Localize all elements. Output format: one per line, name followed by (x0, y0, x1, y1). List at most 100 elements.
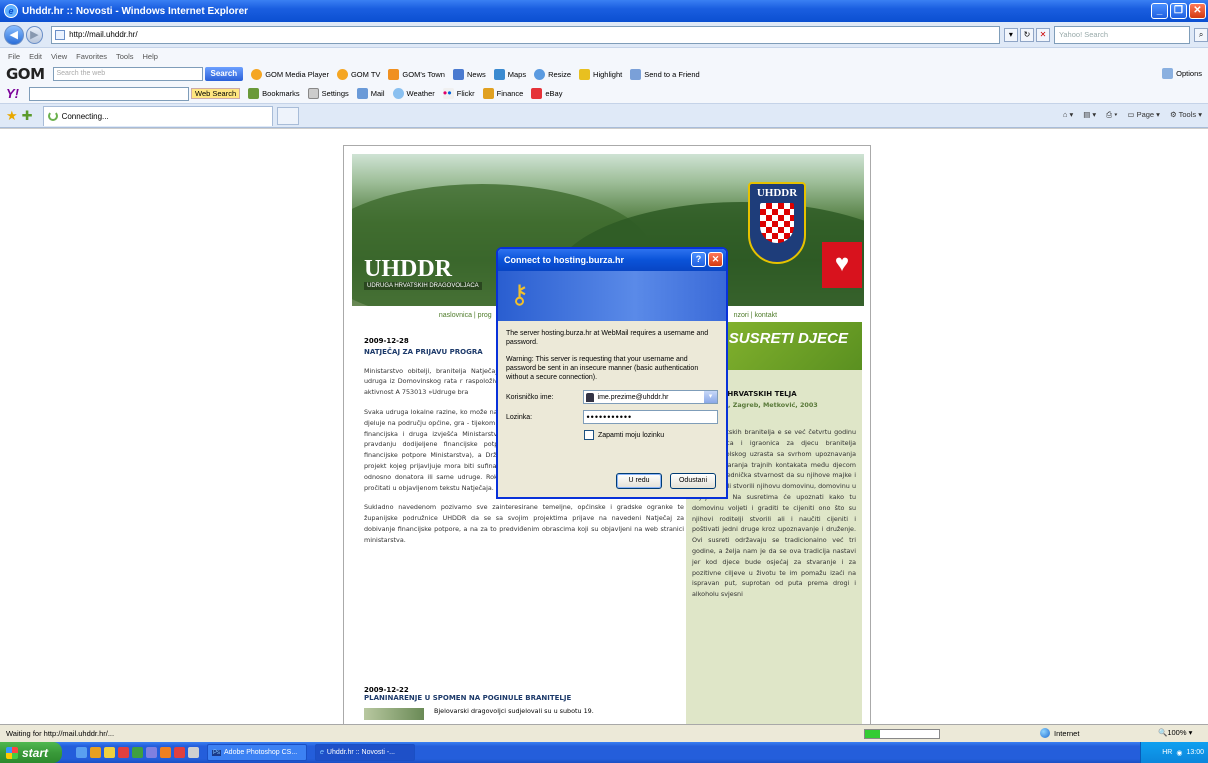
windows-flag-icon (6, 746, 18, 759)
ok-button[interactable]: U redu (616, 473, 662, 489)
forward-button[interactable]: ▶ (25, 25, 44, 44)
quicklaunch-icon[interactable] (118, 747, 129, 758)
print-icon[interactable]: ⎙ ▾ (1106, 110, 1117, 120)
tray-icon[interactable]: ◉ (1176, 749, 1182, 757)
quicklaunch-folder-icon[interactable] (104, 747, 115, 758)
search-icon[interactable]: ⌕ (1194, 27, 1208, 42)
ebay-button[interactable]: eBay (531, 88, 562, 99)
gom-search-input[interactable]: Search the web (52, 67, 203, 81)
gom-logo[interactable]: GOM (6, 65, 45, 83)
tools-menu[interactable]: ⚙ Tools ▾ (1170, 110, 1202, 120)
dialog-title-bar[interactable]: Connect to hosting.burza.hr ? ✕ (498, 249, 726, 271)
security-zone[interactable]: Internet (1040, 728, 1079, 738)
refresh-icon[interactable]: ↻ (1019, 27, 1034, 42)
media-player-icon (251, 68, 263, 80)
quicklaunch-icon[interactable] (188, 747, 199, 758)
remember-password-label[interactable]: Zapamti moju lozinku (598, 431, 664, 440)
menu-tools[interactable]: Tools (116, 52, 134, 61)
zoom-control[interactable]: 🔍100% ▾ (1158, 728, 1192, 737)
ie-icon: e (4, 4, 18, 18)
quicklaunch-icon[interactable] (174, 747, 185, 758)
window-controls: _ ❐ ✕ (1151, 3, 1206, 19)
window-title: Uhddr.hr :: Novosti - Windows Internet E… (22, 5, 249, 17)
gom-media-player-button[interactable]: GOM Media Player (251, 68, 329, 80)
news-title[interactable]: PLANINARENJE U SPOMEN NA POGINULE BRANIT… (364, 694, 684, 702)
language-indicator[interactable]: HR (1162, 749, 1172, 756)
yahoo-toolbar: Y! Web Search Bookmarks Settings Mail We… (0, 84, 1208, 104)
stop-icon[interactable]: ✕ (1035, 27, 1050, 42)
favorites-star-icon[interactable]: ★ (6, 108, 18, 124)
bookmarks-button[interactable]: Bookmarks (248, 88, 300, 99)
menu-help[interactable]: Help (143, 52, 158, 61)
flickr-button[interactable]: ●● Flickr (442, 88, 475, 99)
send-to-friend-button[interactable]: Send to a Friend (630, 68, 700, 80)
remember-password-checkbox[interactable] (584, 430, 594, 440)
nav-left-links[interactable]: naslovnica | prog (439, 312, 492, 319)
quicklaunch-ie-icon[interactable] (76, 747, 87, 758)
keys-icon: ⚷ (510, 279, 530, 309)
menu-edit[interactable]: Edit (29, 52, 42, 61)
dialog-banner: ⚷ (498, 271, 726, 321)
maximize-button[interactable]: ❐ (1170, 3, 1187, 19)
window-title-bar[interactable]: e Uhddr.hr :: Novosti - Windows Internet… (0, 0, 1208, 22)
settings-button[interactable]: Settings (307, 88, 349, 99)
news-thumbnail[interactable] (364, 708, 424, 720)
yahoo-logo[interactable]: Y! (6, 86, 19, 101)
system-tray: HR ◉ 13:00 (1140, 742, 1208, 763)
new-tab-button[interactable] (276, 106, 299, 125)
heart-icon[interactable]: ♥ (822, 242, 862, 288)
start-button[interactable]: start (0, 742, 62, 763)
nav-right-links[interactable]: nzori | kontakt (734, 312, 777, 319)
taskbar-item-photoshop[interactable]: Ps Adobe Photoshop CS... (207, 744, 307, 761)
web-search-button[interactable]: Web Search (191, 88, 241, 99)
news-button[interactable]: News (452, 68, 486, 80)
dropdown-icon[interactable]: ▾ (1003, 27, 1018, 42)
clock[interactable]: 13:00 (1186, 749, 1204, 756)
feeds-icon[interactable]: ▤ ▾ (1083, 110, 1096, 120)
gom-town-button[interactable]: GOM's Town (388, 68, 445, 80)
uhddr-crest-logo: UHDDR (748, 182, 806, 264)
menu-view[interactable]: View (51, 52, 67, 61)
flickr-icon: ●● (442, 88, 454, 99)
gom-tv-button[interactable]: GOM TV (336, 68, 380, 80)
home-icon[interactable]: ⌂ ▾ (1063, 110, 1073, 120)
dialog-body: The server hosting.burza.hr at WebMail r… (498, 321, 726, 440)
finance-button[interactable]: Finance (482, 88, 523, 99)
mail-button[interactable]: Mail (356, 88, 385, 99)
weather-button[interactable]: Weather (392, 88, 435, 99)
site-brand[interactable]: UHDDR (364, 256, 452, 283)
menu-favorites[interactable]: Favorites (76, 52, 107, 61)
username-combobox[interactable]: ime.prezime@uhddr.hr ▾ (582, 390, 718, 404)
quicklaunch-icon[interactable] (160, 747, 171, 758)
add-favorites-icon[interactable]: ✚ (22, 108, 33, 124)
login-dialog: Connect to hosting.burza.hr ? ✕ ⚷ The se… (496, 247, 728, 499)
photoshop-icon: Ps (212, 749, 222, 756)
chevron-down-icon[interactable]: ▾ (704, 391, 717, 403)
password-field[interactable]: ••••••••••• (582, 410, 718, 424)
send-icon (630, 68, 642, 80)
quicklaunch-icon[interactable] (146, 747, 157, 758)
highlight-button[interactable]: Highlight (579, 68, 622, 80)
quicklaunch-icon[interactable] (90, 747, 101, 758)
mail-icon (356, 88, 368, 99)
page-menu[interactable]: ▭ Page ▾ (1127, 110, 1160, 120)
cancel-button[interactable]: Odustani (670, 473, 716, 489)
taskbar-item-ie[interactable]: e Uhddr.hr :: Novosti -... (315, 744, 415, 761)
options-button[interactable]: Options (1162, 68, 1202, 79)
minimize-button[interactable]: _ (1151, 3, 1168, 19)
close-button[interactable]: ✕ (1189, 3, 1206, 19)
help-button[interactable]: ? (691, 252, 706, 267)
gom-search-button[interactable]: Search (204, 67, 244, 81)
back-button[interactable]: ◀ (4, 24, 24, 45)
highlight-icon (579, 68, 591, 80)
address-field[interactable]: http://mail.uhddr.hr/ (51, 25, 1000, 44)
menu-file[interactable]: File (8, 52, 20, 61)
resize-button[interactable]: Resize (534, 68, 571, 80)
tab-current[interactable]: Connecting... (42, 105, 273, 126)
maps-button[interactable]: Maps (493, 68, 526, 80)
quicklaunch-icon[interactable] (132, 747, 143, 758)
site-brand-subtitle: UDRUGA HRVATSKIH DRAGOVOLJACA (364, 282, 482, 290)
yahoo-search-input[interactable]: Yahoo! Search (1053, 25, 1191, 44)
dialog-close-button[interactable]: ✕ (708, 252, 723, 267)
yahoo-toolbar-search-input[interactable] (29, 86, 189, 101)
